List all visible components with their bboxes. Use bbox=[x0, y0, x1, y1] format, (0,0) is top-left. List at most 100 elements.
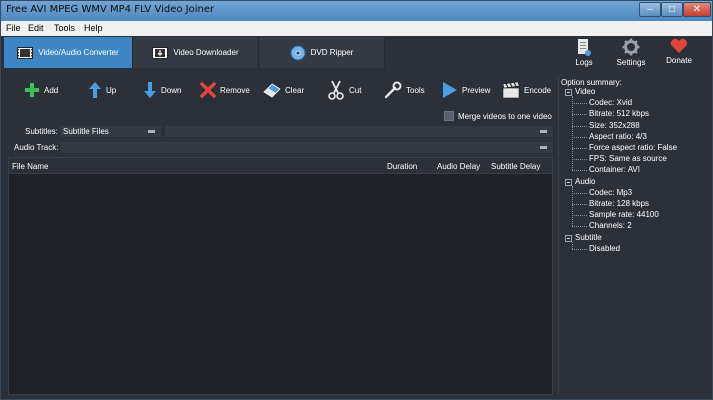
arrow-down-icon bbox=[143, 81, 157, 99]
tree-connector bbox=[572, 125, 587, 127]
subtitles-select[interactable]: Subtitle Files bbox=[59, 125, 162, 138]
tree-item: FPS: Same as source bbox=[589, 154, 667, 164]
tree-group-audio[interactable]: Audio bbox=[575, 177, 595, 186]
column-audio-delay[interactable]: Audio Delay bbox=[437, 162, 480, 171]
tree-connector bbox=[572, 248, 587, 250]
heart-icon bbox=[659, 38, 699, 54]
menu-help[interactable]: Help bbox=[84, 23, 103, 33]
minimize-button[interactable]: – bbox=[639, 2, 661, 17]
window-title: Free AVI MPEG WMV MP4 FLV Video Joiner bbox=[6, 4, 215, 15]
close-button[interactable]: ✕ bbox=[683, 2, 711, 17]
column-file-name[interactable]: File Name bbox=[12, 162, 48, 171]
wrench-icon bbox=[384, 81, 402, 99]
tab-strip: Video/Audio Converter Video Downloader D… bbox=[4, 37, 556, 68]
logs-icon bbox=[564, 38, 604, 56]
tree-item: Disabled bbox=[589, 243, 621, 253]
tree-connector bbox=[572, 114, 587, 116]
arrow-up-icon bbox=[88, 81, 102, 99]
tree-group-video[interactable]: Video bbox=[575, 87, 595, 96]
tree-connector bbox=[572, 103, 587, 105]
encode-button[interactable]: Encode bbox=[502, 78, 551, 102]
tree-connector bbox=[572, 185, 573, 227]
cut-label: Cut bbox=[349, 85, 362, 95]
add-button[interactable]: Add bbox=[24, 78, 58, 102]
subtitles-value: Subtitle Files bbox=[63, 127, 109, 136]
tree-group-subtitle[interactable]: Subtitle bbox=[575, 233, 602, 242]
clapperboard-icon bbox=[502, 81, 520, 99]
merge-videos-checkbox[interactable]: Merge videos to one video bbox=[444, 111, 552, 121]
tab-video-audio-converter[interactable]: Video/Audio Converter bbox=[4, 37, 133, 68]
tree-collapse-icon[interactable] bbox=[565, 178, 572, 186]
encode-label: Encode bbox=[524, 85, 552, 95]
down-button[interactable]: Down bbox=[143, 78, 181, 102]
dropdown-handle-icon bbox=[540, 130, 547, 133]
file-list[interactable]: File Name Duration Audio Delay Subtitle … bbox=[8, 157, 553, 395]
remove-button[interactable]: Remove bbox=[200, 78, 250, 102]
option-summary-panel: Option summary: Video Codec: Xvid Bitrate:… bbox=[558, 77, 710, 397]
tree-connector bbox=[572, 96, 573, 171]
tab-dvd-ripper[interactable]: DVD Ripper bbox=[259, 37, 385, 68]
logs-button[interactable]: Logs bbox=[564, 38, 604, 67]
remove-x-icon bbox=[200, 82, 216, 98]
remove-label: Remove bbox=[220, 85, 250, 95]
tree-item: Container: AVI bbox=[589, 165, 640, 175]
tree-item: Bitrate: 128 kbps bbox=[589, 199, 650, 208]
tree-connector bbox=[572, 192, 587, 194]
column-duration[interactable]: Duration bbox=[387, 162, 417, 171]
tab-label: Video/Audio Converter bbox=[38, 48, 119, 57]
subtitles-label: Subtitles: bbox=[25, 127, 58, 136]
column-subtitle-delay[interactable]: Subtitle Delay bbox=[491, 162, 540, 171]
menu-bar: File Edit Tools Help bbox=[1, 21, 712, 36]
app-window: Free AVI MPEG WMV MP4 FLV Video Joiner –… bbox=[0, 0, 713, 400]
preview-button[interactable]: Preview bbox=[442, 78, 490, 102]
preview-label: Preview bbox=[462, 85, 491, 95]
tab-label: DVD Ripper bbox=[310, 48, 354, 57]
maximize-button[interactable]: □ bbox=[661, 2, 683, 17]
tree-collapse-icon[interactable] bbox=[565, 89, 572, 96]
tree-item: Force aspect ratio: False bbox=[589, 143, 678, 152]
menu-tools[interactable]: Tools bbox=[54, 23, 75, 33]
tree-connector bbox=[572, 226, 587, 228]
tree-item: Codec: Xvid bbox=[589, 98, 633, 108]
list-body[interactable] bbox=[9, 174, 552, 394]
tree-collapse-icon[interactable] bbox=[565, 234, 572, 242]
tab-label: Video Downloader bbox=[173, 48, 239, 57]
down-label: Down bbox=[161, 85, 182, 95]
subtitle-file-field[interactable] bbox=[164, 125, 554, 138]
tab-video-downloader[interactable]: Video Downloader bbox=[133, 37, 259, 68]
up-button[interactable]: Up bbox=[88, 78, 116, 102]
summary-title: Option summary: bbox=[561, 78, 622, 87]
add-label: Add bbox=[44, 85, 59, 95]
tree-item: Sample rate: 44100 bbox=[589, 210, 659, 220]
settings-button[interactable]: Settings bbox=[611, 38, 651, 67]
menu-file[interactable]: File bbox=[6, 23, 21, 33]
tools-label: Tools bbox=[406, 85, 425, 95]
donate-button[interactable]: Donate bbox=[659, 38, 699, 65]
up-label: Up bbox=[106, 85, 117, 95]
merge-label: Merge videos to one video bbox=[458, 111, 552, 121]
clear-button[interactable]: Clear bbox=[263, 78, 304, 102]
settings-label: Settings bbox=[616, 58, 646, 67]
tools-button[interactable]: Tools bbox=[384, 78, 425, 102]
audio-track-label: Audio Track: bbox=[14, 143, 59, 152]
list-header: File Name Duration Audio Delay Subtitle … bbox=[9, 158, 552, 174]
clear-label: Clear bbox=[285, 85, 305, 95]
tree-item: Bitrate: 512 kbps bbox=[589, 109, 650, 119]
scissors-icon bbox=[327, 80, 345, 100]
eraser-icon bbox=[263, 82, 281, 98]
tree-item: Size: 352x288 bbox=[589, 120, 640, 130]
toolbar: Add Up Down Remove Clear Cut Tools Previ… bbox=[4, 69, 556, 111]
tree-item: Aspect ratio: 4/3 bbox=[589, 131, 647, 141]
menu-edit[interactable]: Edit bbox=[28, 23, 44, 33]
dropdown-handle-icon bbox=[540, 146, 547, 149]
tree-item: Codec: Mp3 bbox=[589, 187, 633, 197]
tree-connector bbox=[572, 204, 587, 205]
tree-item: Channels: 2 bbox=[589, 221, 632, 231]
dvd-disc-icon bbox=[290, 45, 306, 61]
audio-track-select[interactable] bbox=[59, 141, 554, 154]
cut-button[interactable]: Cut bbox=[327, 78, 361, 102]
donate-label: Donate bbox=[666, 56, 692, 65]
film-icon bbox=[17, 46, 34, 59]
checkbox-box[interactable] bbox=[444, 111, 454, 121]
tree-connector bbox=[572, 215, 587, 217]
